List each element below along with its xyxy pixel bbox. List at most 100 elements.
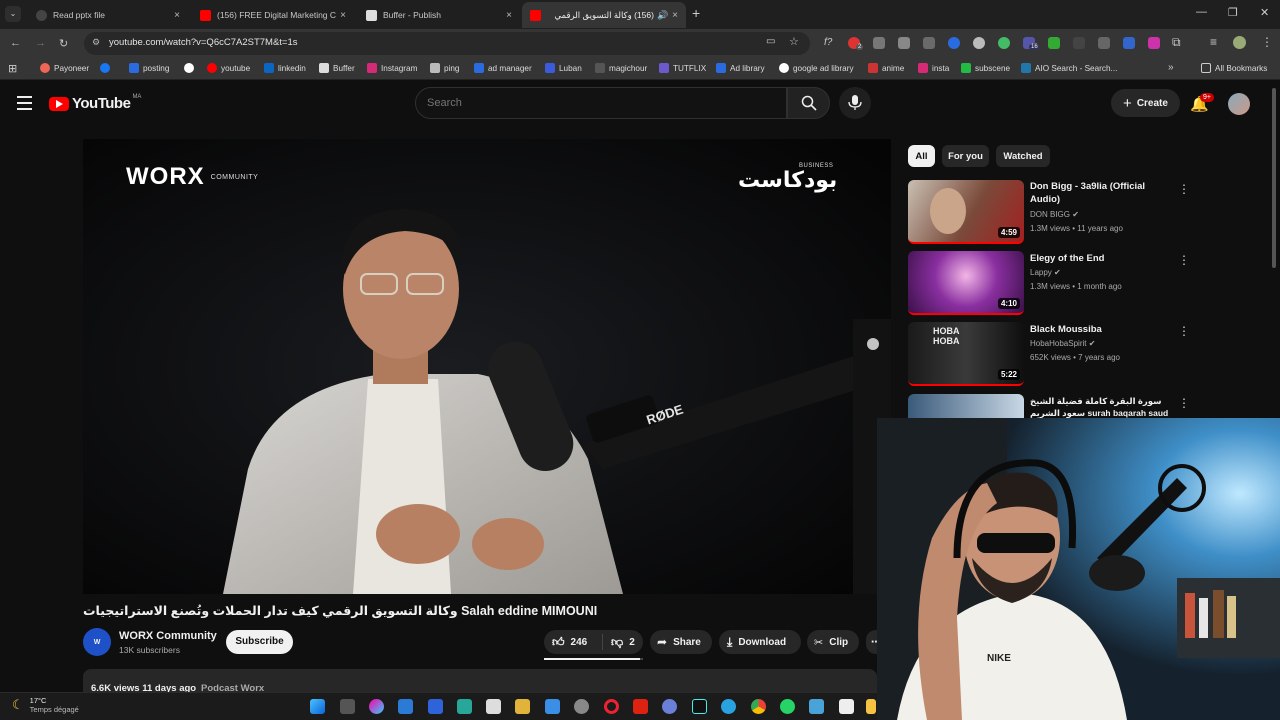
opera-icon[interactable] — [604, 699, 619, 714]
tab-groups-icon[interactable]: ≡ — [1210, 35, 1217, 49]
bookmark-buffer[interactable]: Buffer — [319, 63, 355, 73]
search-input[interactable] — [427, 97, 727, 109]
bookmark-aio-search[interactable]: AIO Search - Search... — [1021, 63, 1117, 73]
bookmark-ad-library[interactable]: Ad library — [716, 63, 765, 73]
app-icon[interactable] — [457, 699, 472, 714]
store-icon[interactable] — [515, 699, 530, 714]
extension-icon[interactable] — [1048, 37, 1060, 49]
recommendation-item[interactable]: HOBA HOBA 5:22 Black Moussiba HobaHobaSp… — [908, 322, 1208, 388]
app-icon[interactable] — [662, 699, 677, 714]
close-icon[interactable]: × — [672, 10, 678, 21]
extension-icon[interactable] — [998, 37, 1010, 49]
tab-search-icon[interactable]: ⌄ — [5, 6, 21, 22]
bookmark-star-icon[interactable]: ☆ — [789, 35, 799, 48]
close-icon[interactable]: × — [174, 10, 180, 21]
youtube-logo[interactable]: YouTube MA — [49, 94, 141, 112]
forward-icon[interactable]: → — [35, 37, 46, 49]
bookmark-google-ad-library[interactable]: google ad library — [779, 63, 854, 73]
settings-icon[interactable] — [574, 699, 589, 714]
more-options-icon[interactable]: ⋮ — [1178, 324, 1190, 338]
mail-icon[interactable] — [486, 699, 501, 714]
app-icon[interactable] — [545, 699, 560, 714]
bookmark-anime[interactable]: anime — [868, 63, 904, 73]
cast-icon[interactable]: ▭ — [766, 36, 775, 47]
close-window-button[interactable]: ✕ — [1260, 6, 1269, 19]
reload-icon[interactable]: ↻ — [59, 37, 68, 50]
profile-avatar[interactable] — [1233, 36, 1246, 49]
browser-menu-icon[interactable]: ⋮ — [1261, 35, 1273, 49]
minimize-button[interactable]: — — [1196, 6, 1207, 18]
channel-name[interactable]: WORX Community — [119, 630, 217, 642]
create-button[interactable]: + Create — [1111, 89, 1180, 117]
weather-widget[interactable]: ☾ 17°C Temps dégagé — [12, 696, 79, 714]
recommendation-item[interactable]: 4:59 Don Bigg - 3a9lia (Official Audio) … — [908, 180, 1208, 246]
more-options-icon[interactable]: ⋮ — [1178, 253, 1190, 267]
video-thumbnail[interactable]: 4:10 — [908, 251, 1024, 315]
extensions-puzzle-icon[interactable]: ⧉ — [1172, 35, 1181, 50]
copilot-icon[interactable] — [369, 699, 384, 714]
task-view-icon[interactable] — [340, 699, 355, 714]
bookmark-magichour[interactable]: magichour — [595, 63, 647, 73]
bookmark-linkedin[interactable]: linkedin — [264, 63, 306, 73]
extension-icon[interactable] — [923, 37, 935, 49]
extension-icon[interactable] — [1098, 37, 1110, 49]
share-button[interactable]: ➦ Share — [650, 630, 712, 654]
notion-icon[interactable] — [839, 699, 854, 714]
bookmark-youtube[interactable]: youtube — [207, 63, 250, 73]
chip-for-you[interactable]: For you — [942, 145, 989, 167]
tab-current-video[interactable]: (156) وكالة التسويق الرقمي 🔊 × — [522, 2, 686, 28]
app-icon[interactable] — [428, 699, 443, 714]
tiktok-icon[interactable] — [692, 699, 707, 714]
extension-icon[interactable] — [1148, 37, 1160, 49]
recommendation-item[interactable]: 4:10 Elegy of the End Lappy ✔ 1.3M views… — [908, 251, 1208, 317]
video-thumbnail[interactable]: 4:59 — [908, 180, 1024, 244]
extension-icon[interactable] — [948, 37, 960, 49]
account-avatar[interactable] — [1228, 93, 1250, 115]
extension-icon[interactable] — [898, 37, 910, 49]
extension-icon[interactable] — [873, 37, 885, 49]
app-l-icon[interactable] — [398, 699, 413, 714]
address-bar[interactable]: ⚙ youtube.com/watch?v=Q6cC7A2ST7M&t=1s ▭… — [84, 32, 810, 55]
file-explorer-icon[interactable] — [866, 699, 876, 714]
bookmark-posting[interactable]: posting — [129, 63, 169, 73]
tab-buffer[interactable]: Buffer - Publish × — [358, 2, 520, 28]
font-extension-icon[interactable]: f? — [824, 37, 832, 48]
app-icon[interactable] — [809, 699, 824, 714]
channel-avatar[interactable]: W — [83, 628, 111, 656]
windows-start-icon[interactable] — [310, 699, 325, 714]
site-info-icon[interactable]: ⚙ — [92, 37, 100, 48]
bookmark-luban[interactable]: Luban — [545, 63, 582, 73]
restore-button[interactable]: ❐ — [1228, 6, 1238, 19]
clip-button[interactable]: ✂ Clip — [807, 630, 859, 654]
subscribe-button[interactable]: Subscribe — [226, 630, 293, 654]
tab-read-pptx[interactable]: Read pptx file × — [28, 2, 188, 28]
video-player[interactable]: WORX COMMUNITY BUSINESS بودكاست RØDE — [83, 139, 891, 594]
download-button[interactable]: ⤓ Download — [719, 630, 801, 654]
dislike-button[interactable]: 👎︎ 2 — [603, 635, 635, 650]
all-bookmarks[interactable]: All Bookmarks — [1201, 63, 1267, 73]
bookmark-subscene[interactable]: subscene — [961, 63, 1010, 73]
extension-icon[interactable] — [973, 37, 985, 49]
bookmark-instagram[interactable]: Instagram — [367, 63, 417, 73]
hamburger-menu-icon[interactable] — [17, 96, 32, 110]
back-icon[interactable]: ← — [10, 37, 21, 49]
whatsapp-icon[interactable] — [780, 699, 795, 714]
search-button[interactable] — [787, 87, 830, 119]
more-bookmarks-icon[interactable]: » — [1168, 62, 1174, 73]
bookmark-insta[interactable]: insta — [918, 63, 949, 73]
video-thumbnail[interactable] — [908, 394, 1024, 418]
sidebar-scrollbar[interactable] — [1272, 88, 1276, 268]
close-icon[interactable]: × — [340, 10, 346, 21]
more-options-icon[interactable]: ⋮ — [1178, 182, 1190, 196]
apps-grid-icon[interactable]: ⊞ — [8, 62, 17, 75]
chip-all[interactable]: All — [908, 145, 935, 167]
chip-watched[interactable]: Watched — [996, 145, 1050, 167]
extension-icon[interactable] — [1073, 37, 1085, 49]
chrome-icon[interactable] — [751, 699, 766, 714]
bookmark-facebook[interactable] — [100, 63, 114, 73]
bookmark-ad-manager[interactable]: ad manager — [474, 63, 532, 73]
voice-search-button[interactable] — [839, 87, 871, 119]
audio-playing-icon[interactable]: 🔊 — [657, 10, 668, 21]
telegram-icon[interactable] — [721, 699, 736, 714]
recommendation-item[interactable]: سورة البقرة كاملة فضيلة الشيخ سعود الشري… — [908, 394, 1208, 418]
